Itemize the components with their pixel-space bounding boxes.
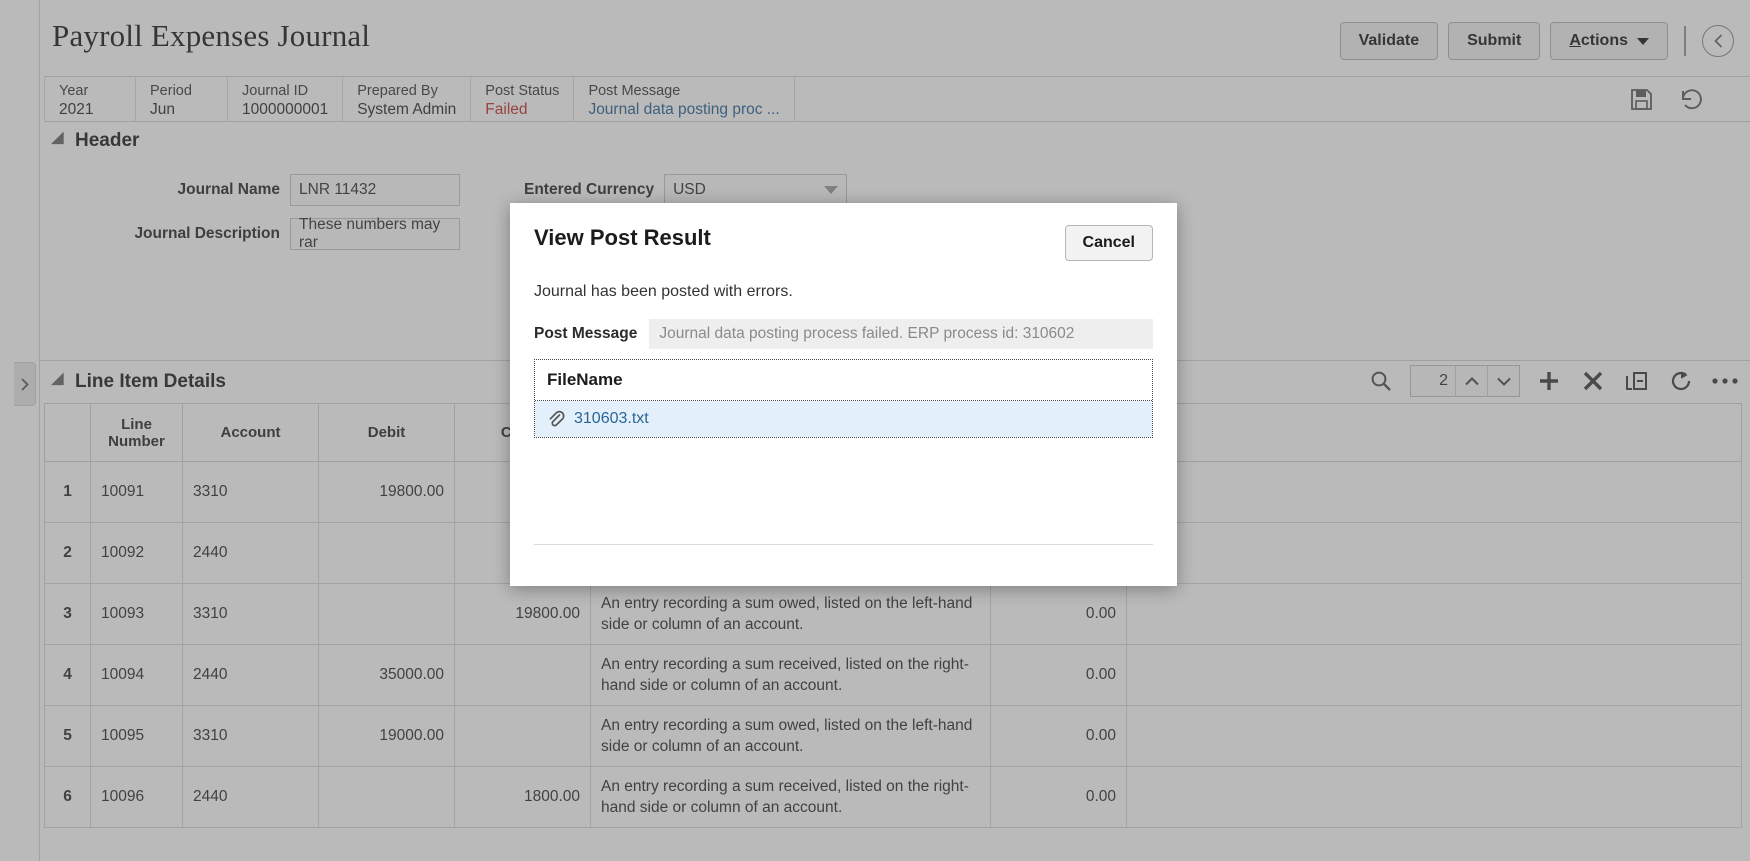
attachment-row[interactable]: 310603.txt — [535, 401, 1152, 437]
dialog-message: Journal has been posted with errors. — [534, 283, 793, 300]
cancel-button[interactable]: Cancel — [1064, 225, 1153, 261]
dialog-footer-divider — [534, 544, 1153, 545]
post-message-row: Post Message Journal data posting proces… — [534, 319, 1153, 349]
dialog-title: View Post Result — [534, 225, 711, 250]
post-message-value: Journal data posting process failed. ERP… — [649, 319, 1153, 349]
attachments-table: FileName 310603.txt — [534, 359, 1153, 438]
attachment-link[interactable]: 310603.txt — [574, 410, 649, 428]
application-window: Payroll Expenses Journal Validate Submit… — [0, 0, 1750, 861]
column-header-filename[interactable]: FileName — [535, 360, 1152, 401]
dialog-header: View Post Result Cancel — [534, 225, 1153, 261]
view-post-result-dialog: View Post Result Cancel Journal has been… — [510, 203, 1177, 586]
paperclip-icon — [547, 410, 565, 428]
post-message-label: Post Message — [534, 325, 638, 342]
